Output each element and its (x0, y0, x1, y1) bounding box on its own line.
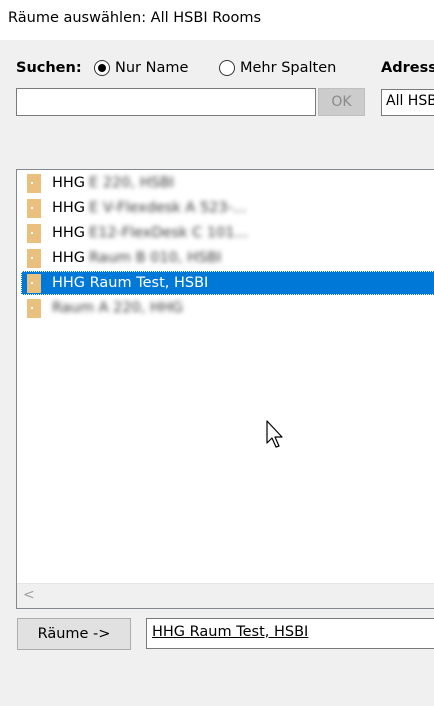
selected-room-link[interactable]: HHG Raum Test, HSBI (152, 624, 308, 640)
radio-more-columns[interactable]: Mehr Spalten (219, 58, 336, 78)
list-item-prefix: HHG (52, 250, 86, 266)
room-picker-dialog: Räume auswählen: All HSBI Rooms Suchen: … (0, 0, 434, 706)
list-item[interactable]: HHG Raum B 010, HSBI (17, 246, 434, 270)
list-item-label: E V-Flexdesk A 523-... (89, 200, 247, 216)
search-label: Suchen: (16, 60, 82, 76)
room-icon (27, 248, 41, 268)
list-item-label: Raum B 010, HSBI (89, 250, 222, 266)
list-item-content: HHG E V-Flexdesk A 523-... (17, 196, 247, 220)
title-bar: Räume auswählen: All HSBI Rooms (0, 0, 434, 40)
radio-checked-icon[interactable] (94, 60, 110, 76)
list-item[interactable]: HHG E 220, HSBI (17, 171, 434, 195)
room-list[interactable]: HHG E 220, HSBI HHG E V-Flexdesk A 523-... H… (16, 169, 434, 609)
list-item-label: E 220, HSBI (89, 175, 175, 191)
room-icon (27, 298, 41, 318)
list-item-label: HHG Raum Test, HSBI (52, 275, 209, 291)
addressbook-label: Adress (381, 60, 434, 76)
window-title: Räume auswählen: All HSBI Rooms (8, 10, 262, 26)
list-item-prefix: HHG (52, 225, 86, 241)
room-icon (27, 273, 41, 293)
radio-unchecked-icon[interactable] (219, 60, 235, 76)
list-item-label: E12-FlexDesk C 101... (89, 225, 249, 241)
room-icon (27, 198, 41, 218)
list-item[interactable]: HHG E V-Flexdesk A 523-... (17, 196, 434, 220)
mouse-pointer-icon (266, 420, 283, 448)
room-icon (27, 223, 41, 243)
list-item-prefix: HHG (52, 175, 86, 191)
selected-rooms-field[interactable]: HHG Raum Test, HSBI (146, 618, 434, 649)
list-item-content: HHG Raum B 010, HSBI (17, 246, 221, 270)
search-input[interactable] (16, 88, 316, 116)
horizontal-scrollbar[interactable]: < (17, 583, 434, 608)
list-item[interactable]: Raum A 220, HHG (17, 296, 434, 320)
list-item[interactable]: HHG E12-FlexDesk C 101... (17, 221, 434, 245)
list-item-content: Raum A 220, HHG (17, 296, 183, 320)
list-item-selected[interactable]: HHG Raum Test, HSBI (17, 271, 434, 295)
list-item-content: HHG E12-FlexDesk C 101... (17, 221, 248, 245)
list-item-content: HHG E 220, HSBI (17, 171, 174, 195)
list-item-label: Raum A 220, HHG (52, 300, 184, 316)
scroll-left-arrow-icon[interactable]: < (23, 587, 35, 603)
list-item-prefix: HHG (52, 200, 86, 216)
room-icon (27, 173, 41, 193)
ok-button[interactable]: OK (318, 88, 365, 116)
rooms-button[interactable]: Räume -> (17, 618, 131, 650)
addressbook-select[interactable]: All HSBI (381, 89, 434, 116)
list-item-content: HHG Raum Test, HSBI (17, 271, 208, 295)
radio-name-only[interactable]: Nur Name (94, 58, 188, 78)
radio-name-only-label: Nur Name (115, 60, 189, 76)
radio-more-columns-label: Mehr Spalten (240, 60, 337, 76)
